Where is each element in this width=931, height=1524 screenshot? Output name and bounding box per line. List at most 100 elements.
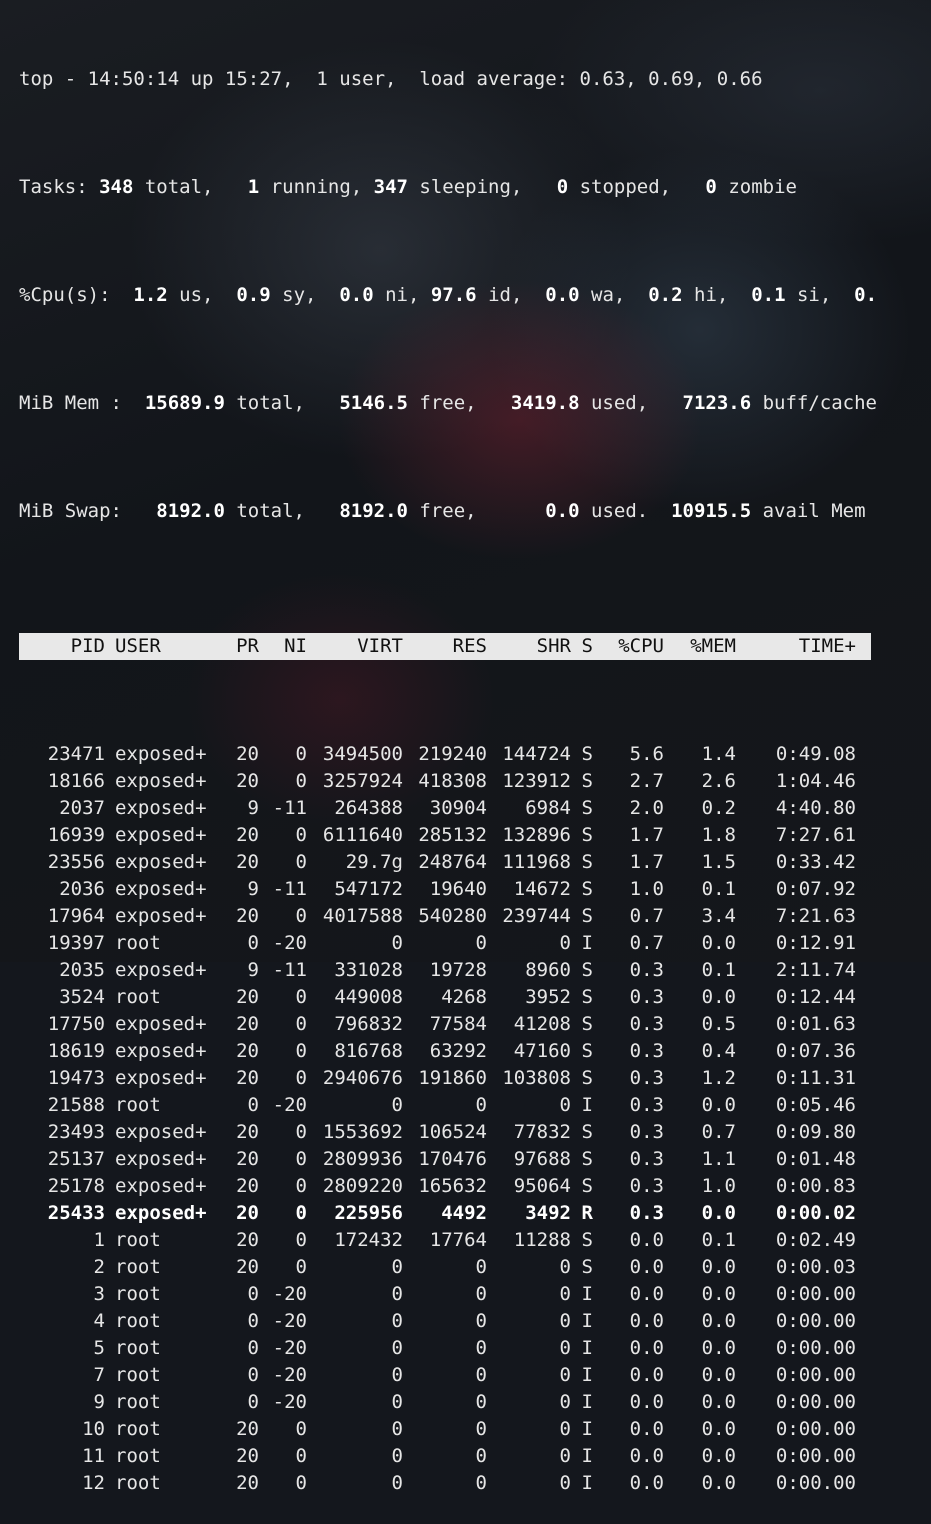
shr-cell: 3952 — [525, 986, 571, 1008]
state-cell: S — [581, 797, 593, 819]
priority-cell: 20 — [236, 1418, 259, 1440]
process-row: 11 root 20 0 0 0 0 I 0.0 0.0 0:00.00 — [19, 1443, 877, 1470]
cpu-cell: 0.3 — [629, 1148, 664, 1170]
time-cell: 0:49.08 — [775, 743, 856, 765]
shr-cell: 8960 — [525, 959, 571, 981]
shr-cell: 111968 — [502, 851, 571, 873]
nice-cell: -20 — [272, 1364, 307, 1386]
mem-free-value: 5146.5 — [339, 392, 408, 414]
tasks-text: running, — [259, 176, 374, 198]
time-cell: 7:27.61 — [775, 824, 856, 846]
nice-cell: -20 — [272, 1337, 307, 1359]
time-cell: 0:00.03 — [775, 1256, 856, 1278]
nice-cell: -20 — [272, 932, 307, 954]
time-cell: 0:33.42 — [775, 851, 856, 873]
shr-cell: 47160 — [513, 1040, 571, 1062]
priority-cell: 20 — [236, 905, 259, 927]
priority-cell: 20 — [236, 1040, 259, 1062]
state-cell: I — [581, 1310, 593, 1332]
mem-cell: 2.6 — [701, 770, 736, 792]
mem-label: MiB Mem : — [19, 392, 145, 414]
mem-used-value: 3419.8 — [510, 392, 580, 414]
user-cell: root — [115, 986, 161, 1008]
time-cell: 1:04.46 — [775, 770, 856, 792]
column-header-pr: PR — [236, 635, 259, 657]
res-cell: 17764 — [429, 1229, 487, 1251]
swap-free-value: 8192.0 — [339, 500, 408, 522]
nice-cell: 0 — [295, 1229, 307, 1251]
state-cell: I — [581, 1418, 593, 1440]
virt-cell: 3257924 — [322, 770, 403, 792]
user-cell: root — [115, 1229, 161, 1251]
nice-cell: 0 — [295, 1067, 307, 1089]
shr-cell: 6984 — [525, 797, 571, 819]
nice-cell: 0 — [295, 824, 307, 846]
cpu-cell: 1.7 — [629, 851, 664, 873]
nice-cell: 0 — [295, 1013, 307, 1035]
process-row: 2035 exposed+ 9 -11 331028 19728 8960 S 0.3 0.1 2:… — [19, 957, 877, 984]
swap-text: total, — [224, 500, 340, 522]
res-cell: 191860 — [418, 1067, 487, 1089]
res-cell: 0 — [475, 1364, 487, 1386]
user-cell: exposed+ — [115, 1175, 207, 1197]
time-cell: 0:00.00 — [775, 1418, 856, 1440]
state-cell: I — [581, 1094, 593, 1116]
tasks-text: stopped, — [568, 176, 706, 198]
shr-cell: 0 — [559, 1364, 571, 1386]
res-cell: 4268 — [441, 986, 487, 1008]
res-cell: 0 — [475, 1418, 487, 1440]
cpu-cell: 1.0 — [629, 878, 664, 900]
cpu-cell: 0.0 — [629, 1418, 664, 1440]
swap-text: free, — [407, 500, 546, 522]
priority-cell: 0 — [247, 1310, 259, 1332]
nice-cell: 0 — [295, 905, 307, 927]
tasks-text: sleeping, — [407, 176, 557, 198]
res-cell: 0 — [475, 1094, 487, 1116]
cpu-text: ni, — [373, 284, 431, 306]
virt-cell: 0 — [391, 1256, 403, 1278]
virt-cell: 0 — [391, 1364, 403, 1386]
nice-cell: 0 — [295, 1040, 307, 1062]
cpu-cell: 0.0 — [629, 1391, 664, 1413]
process-row: 4 root 0 -20 0 0 0 I 0.0 0.0 0:00.00 — [19, 1308, 877, 1335]
swap-text: avail Mem — [751, 500, 866, 522]
priority-cell: 0 — [247, 1283, 259, 1305]
nice-cell: -20 — [272, 1391, 307, 1413]
state-cell: I — [581, 1364, 593, 1386]
priority-cell: 20 — [236, 770, 259, 792]
column-header-mem: %MEM — [690, 635, 736, 657]
cpu-text: us, — [167, 284, 237, 306]
shr-cell: 77832 — [513, 1121, 571, 1143]
mem-cell: 0.4 — [701, 1040, 736, 1062]
nice-cell: 0 — [295, 1256, 307, 1278]
state-cell: I — [581, 1445, 593, 1467]
cpu-wa-value: 0.0 — [545, 284, 580, 306]
cpu-ni-value: 0.0 — [339, 284, 374, 306]
cpu-cell: 0.3 — [629, 1121, 664, 1143]
cpu-cell: 0.3 — [629, 1202, 664, 1224]
cpu-cell: 0.3 — [629, 1013, 664, 1035]
process-row: 19473 exposed+ 20 0 2940676 191860 103808 S 0.3 1… — [19, 1065, 877, 1092]
cpu-cell: 0.3 — [629, 1175, 664, 1197]
res-cell: 219240 — [418, 743, 487, 765]
mem-cell: 0.0 — [701, 1283, 736, 1305]
process-row: 25137 exposed+ 20 0 2809936 170476 97688 S 0.3 1.… — [19, 1146, 877, 1173]
column-header-cpu: %CPU — [618, 635, 664, 657]
time-cell: 2:11.74 — [775, 959, 856, 981]
pid-cell: 3524 — [59, 986, 105, 1008]
process-row: 2 root 20 0 0 0 0 S 0.0 0.0 0:00.03 — [19, 1254, 877, 1281]
user-cell: exposed+ — [115, 1013, 207, 1035]
state-cell: S — [581, 1229, 593, 1251]
state-cell: I — [581, 1472, 593, 1494]
res-cell: 0 — [475, 1283, 487, 1305]
pid-cell: 2 — [93, 1256, 105, 1278]
priority-cell: 20 — [236, 824, 259, 846]
pid-cell: 1 — [93, 1229, 105, 1251]
time-cell: 0:00.00 — [775, 1472, 856, 1494]
column-header-shr: SHR — [536, 635, 571, 657]
priority-cell: 20 — [236, 1148, 259, 1170]
state-cell: S — [581, 1121, 593, 1143]
priority-cell: 20 — [236, 1175, 259, 1197]
process-row: 19397 root 0 -20 0 0 0 I 0.7 0.0 0:12.91 — [19, 930, 877, 957]
cpu-us-value: 1.2 — [133, 284, 168, 306]
